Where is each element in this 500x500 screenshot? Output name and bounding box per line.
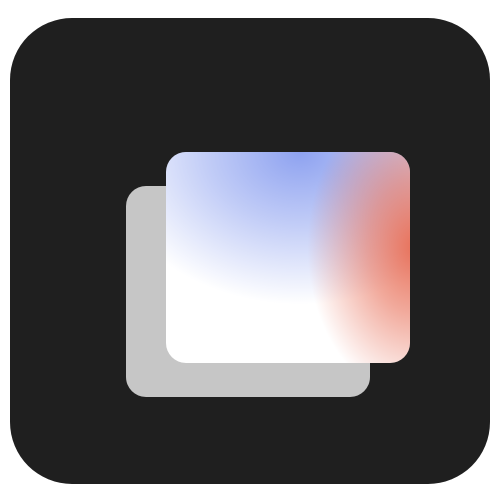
front-card-coral-gradient [166, 152, 410, 363]
app-icon-background [10, 18, 490, 484]
canvas [0, 0, 500, 500]
front-window-card [166, 152, 410, 363]
